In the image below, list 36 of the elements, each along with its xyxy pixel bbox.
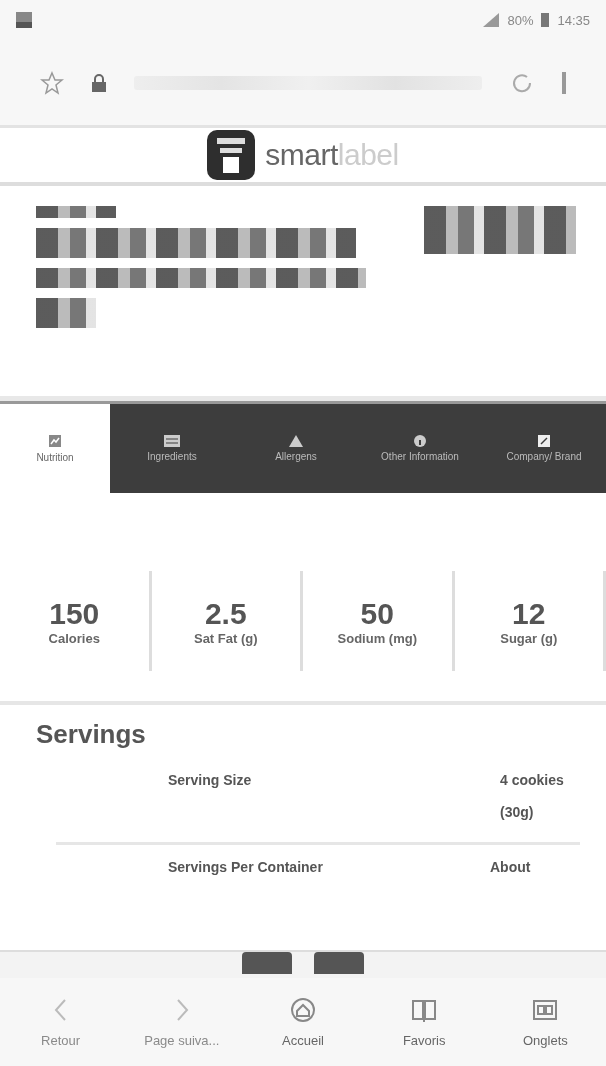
serving-label: Servings Per Container [168, 859, 324, 877]
info-icon [414, 435, 426, 447]
stat-value: 50 [360, 596, 394, 631]
more-icon[interactable] [562, 71, 566, 94]
check-box-icon [538, 435, 550, 447]
stat-value: 12 [512, 596, 546, 631]
stat-label: Sat Fat (g) [193, 630, 258, 646]
star-icon[interactable] [40, 70, 64, 95]
lock-icon [92, 73, 106, 92]
handle[interactable] [314, 952, 364, 974]
serving-value: 4 cookies (30g) [500, 771, 565, 822]
stat-value: 150 [49, 596, 100, 631]
serving-label: Serving Size [168, 772, 253, 790]
clock-time: 14:35 [557, 12, 590, 28]
warning-icon [289, 435, 303, 447]
brand-name: smartlabel [265, 138, 399, 172]
nav-button[interactable]: Accueil [242, 978, 364, 1066]
handle[interactable] [242, 952, 292, 974]
tab[interactable]: Nutrition [0, 404, 110, 493]
signal-icon [483, 13, 500, 27]
stat-label: Sugar (g) [500, 630, 558, 646]
list-icon [164, 435, 180, 447]
image-icon [16, 12, 32, 28]
stat-label: Calories [48, 630, 100, 646]
logo-icon [207, 130, 256, 180]
battery-percent: 80% [507, 12, 534, 28]
nav-button[interactable]: Favoris [363, 978, 485, 1066]
redacted-block [36, 298, 96, 328]
stat-label: Sodium (mg) [337, 630, 417, 646]
battery-icon [541, 13, 550, 27]
chart-icon [48, 434, 62, 448]
section-title: Servings [36, 719, 147, 750]
stat-value: 2.5 [204, 596, 247, 631]
serving-value: About [490, 858, 532, 877]
nav-button[interactable]: Onglets [484, 978, 606, 1066]
home-icon [290, 996, 316, 1023]
